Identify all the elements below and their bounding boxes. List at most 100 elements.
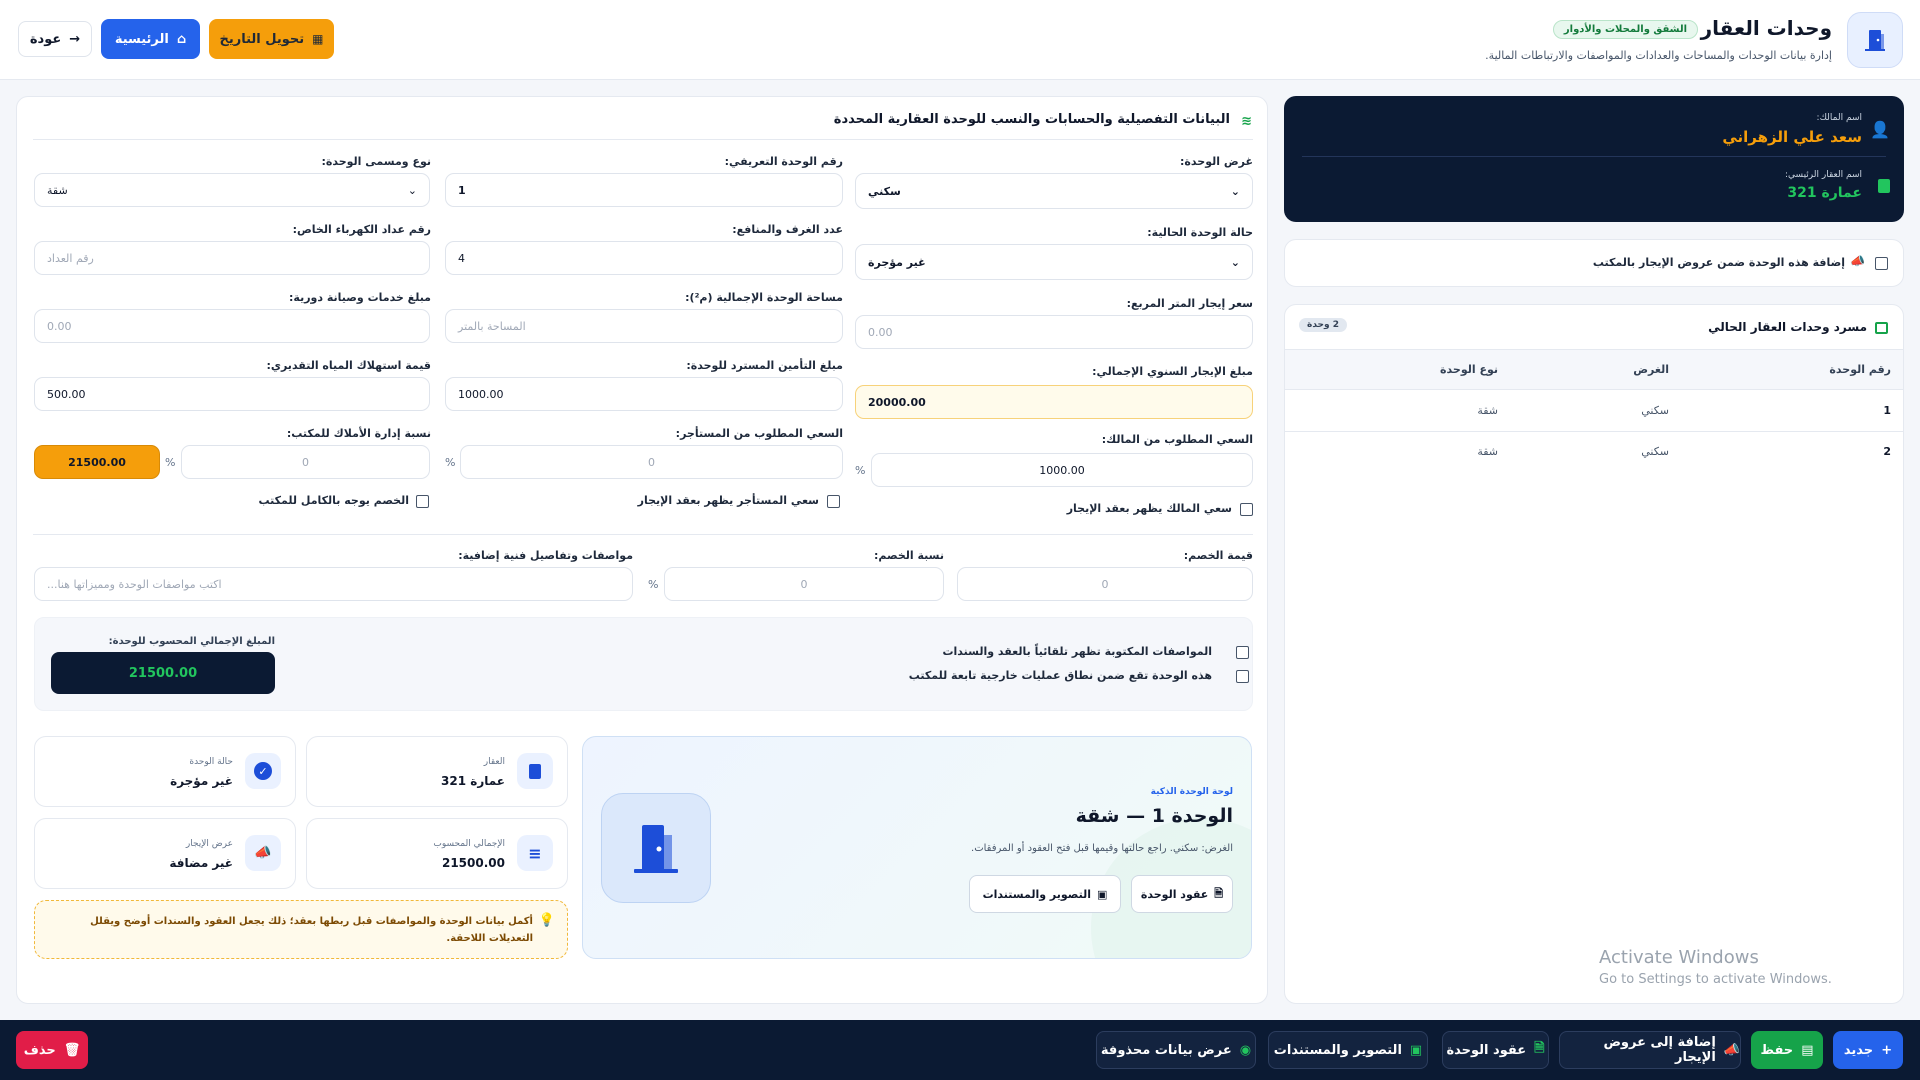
divider [33, 139, 1253, 140]
discount-value-input[interactable]: 0 [957, 567, 1253, 601]
owner-name: سعد علي الزهراني [1722, 128, 1862, 146]
discount-pct-symbol: % [648, 578, 659, 591]
external-ops-checkbox[interactable] [1236, 670, 1249, 683]
divider [33, 534, 1253, 535]
cell-purpose: سكني [1641, 445, 1669, 458]
meter-label: رقم عداد الكهرباء الخاص: [292, 223, 431, 236]
lightbulb-icon: 💡 [538, 913, 555, 928]
status-label: حالة الوحدة الحالية: [1147, 226, 1253, 239]
col-purpose: الغرض [1633, 363, 1669, 376]
door-icon [1847, 12, 1903, 68]
water-input[interactable]: 500.00 [34, 377, 430, 411]
sliders-icon: ≋ [1241, 114, 1252, 129]
save-button[interactable]: ▤ حفظ [1751, 1031, 1823, 1069]
plus-icon: + [1881, 1042, 1893, 1058]
docs-button[interactable]: ▣ التصوير والمستندات [969, 875, 1121, 913]
status-select[interactable]: ⌄ غير مؤجرة [855, 244, 1253, 280]
camera-icon: ▣ [1097, 887, 1108, 901]
property-label: اسم العقار الرئيسي: [1785, 170, 1862, 180]
mgmt-pct-label: نسبة إدارة الأملاك للمكتب: [286, 427, 431, 440]
tenant-fee-input[interactable]: 0 [460, 445, 843, 479]
add-offer-button[interactable]: 📣 إضافة إلى عروض الإيجار [1559, 1031, 1741, 1069]
convert-date-button[interactable]: ▦ تحويل التاريخ [209, 19, 334, 59]
door-icon [601, 793, 711, 903]
discount-office-checkbox[interactable] [416, 495, 429, 508]
purpose-select[interactable]: ⌄ سكني [855, 173, 1253, 209]
owner-fee-pct: % [855, 464, 866, 477]
calendar-icon: ▦ [312, 32, 324, 46]
owner-card: 👤 اسم المالك: سعد علي الزهراني اسم العقا… [1284, 96, 1904, 222]
specs-auto-checkbox[interactable] [1236, 646, 1249, 659]
tenant-fee-contract-checkbox[interactable] [827, 495, 840, 508]
owner-fee-contract-checkbox[interactable] [1240, 503, 1253, 516]
smart-kicker: لوحة الوحدة الذكية [1150, 787, 1233, 797]
page-title: وحدات العقار [1700, 16, 1832, 40]
status-mini-card: ✓ حالة الوحدة غير مؤجرة [34, 736, 296, 807]
megaphone-icon: 📣 [245, 835, 281, 871]
deposit-input[interactable]: 1000.00 [445, 377, 843, 411]
activate-windows-title: Activate Windows [1599, 947, 1759, 968]
chevron-down-icon: ⌄ [407, 183, 417, 197]
docs-bar-button[interactable]: ▣ التصوير والمستندات [1268, 1031, 1428, 1069]
check-circle-icon: ✓ [245, 753, 281, 789]
rent-offer-checkbox[interactable] [1875, 257, 1888, 270]
divider [1302, 156, 1886, 157]
building-icon [1878, 179, 1890, 193]
unit-type-select[interactable]: ⌄ شقة [34, 173, 430, 207]
home-button[interactable]: ⌂ الرئيسية [101, 19, 200, 59]
area-input[interactable]: المساحة بالمتر [445, 309, 843, 343]
owner-fee-input[interactable]: 1000.00 [871, 453, 1253, 487]
tip-text: أكمل بيانات الوحدة والمواصفات قبل ربطها … [90, 916, 533, 944]
building-icon [517, 753, 553, 789]
meter-input[interactable]: رقم العداد [34, 241, 430, 275]
service-input[interactable]: 0.00 [34, 309, 430, 343]
annual-rent-label: مبلغ الإيجار السنوي الإجمالي: [1092, 365, 1253, 378]
file-icon: 🗎 [1214, 886, 1224, 900]
page-subtitle: إدارة بيانات الوحدات والمساحات والعدادات… [1485, 49, 1832, 62]
unit-contracts-button[interactable]: 🗎 عقود الوحدة [1131, 875, 1233, 913]
units-table-header: رقم الوحدة الغرض نوع الوحدة [1285, 349, 1903, 390]
owner-fee-contract-label: سعي المالك يظهر بعقد الإيجار [1066, 502, 1232, 515]
mgmt-pct-input[interactable]: 0 [181, 445, 430, 479]
sqm-price-input[interactable]: 0.00 [855, 315, 1253, 349]
table-row[interactable]: 2 سكني شقة [1285, 432, 1903, 473]
unit-contracts-bar-button[interactable]: 🗎 عقود الوحدة [1442, 1031, 1549, 1069]
rooms-label: عدد الغرف والمنافع: [732, 223, 843, 236]
table-icon [1875, 322, 1888, 334]
delete-button[interactable]: 🗑 حذف [16, 1031, 88, 1069]
form-title: البيانات التفصيلية والحسابات والنسب للوح… [833, 112, 1230, 127]
owner-label: اسم المالك: [1816, 113, 1862, 123]
tenant-fee-label: السعي المطلوب من المستأجر: [675, 427, 843, 440]
col-unit-no: رقم الوحدة [1829, 363, 1891, 376]
rooms-input[interactable]: 4 [445, 241, 843, 275]
specs-auto-label: المواصفات المكتوبة تظهر تلقائياً بالعقد … [942, 645, 1212, 658]
chevron-down-icon: ⌄ [1230, 255, 1240, 269]
deposit-label: مبلغ التأمين المسترد للوحدة: [686, 359, 843, 372]
smart-desc: الغرض: سكني. راجع حالتها وقيمها قبل فتح … [971, 843, 1233, 854]
rent-offer-label: إضافة هذه الوحدة ضمن عروض الإيجار بالمكت… [1592, 256, 1845, 269]
app-header: وحدات العقار الشقق والمحلات والأدوار إدا… [0, 0, 1920, 80]
units-count-badge: 2 وحدة [1299, 318, 1347, 332]
back-button[interactable]: → عودة [18, 21, 92, 57]
property-mini-card: العقار عمارة 321 [306, 736, 568, 807]
options-panel: المواصفات المكتوبة تظهر تلقائياً بالعقد … [34, 617, 1253, 711]
rent-offer-card: 📣 إضافة هذه الوحدة ضمن عروض الإيجار بالم… [1284, 239, 1904, 287]
unit-no-input[interactable]: 1 [445, 173, 843, 207]
property-name: عمارة 321 [1787, 185, 1862, 201]
units-list-card: مسرد وحدات العقار الحالي 2 وحدة رقم الوح… [1284, 304, 1904, 1004]
unit-type-label: نوع ومسمى الوحدة: [321, 155, 431, 168]
specs-textarea[interactable]: اكتب مواصفات الوحدة ومميزاتها هنا... [34, 567, 633, 601]
show-deleted-button[interactable]: ◉ عرض بيانات محذوفة [1096, 1031, 1256, 1069]
discount-office-label: الخصم يوجه بالكامل للمكتب [258, 494, 409, 507]
coins-icon: ≡ [517, 835, 553, 871]
annual-rent-input[interactable]: 20000.00 [855, 385, 1253, 419]
total-display: 21500.00 [51, 652, 275, 694]
save-icon: ▤ [1801, 1042, 1814, 1058]
water-label: قيمة استهلاك المياه التقديري: [266, 359, 431, 372]
discount-pct-input[interactable]: 0 [664, 567, 944, 601]
new-button[interactable]: + جديد [1833, 1031, 1903, 1069]
offer-mini-card: 📣 عرض الإيجار غير مضافة [34, 818, 296, 889]
table-row[interactable]: 1 سكني شقة [1285, 391, 1903, 432]
total-mini-card: ≡ الإجمالي المحسوب 21500.00 [306, 818, 568, 889]
tenant-fee-pct: % [445, 456, 456, 469]
